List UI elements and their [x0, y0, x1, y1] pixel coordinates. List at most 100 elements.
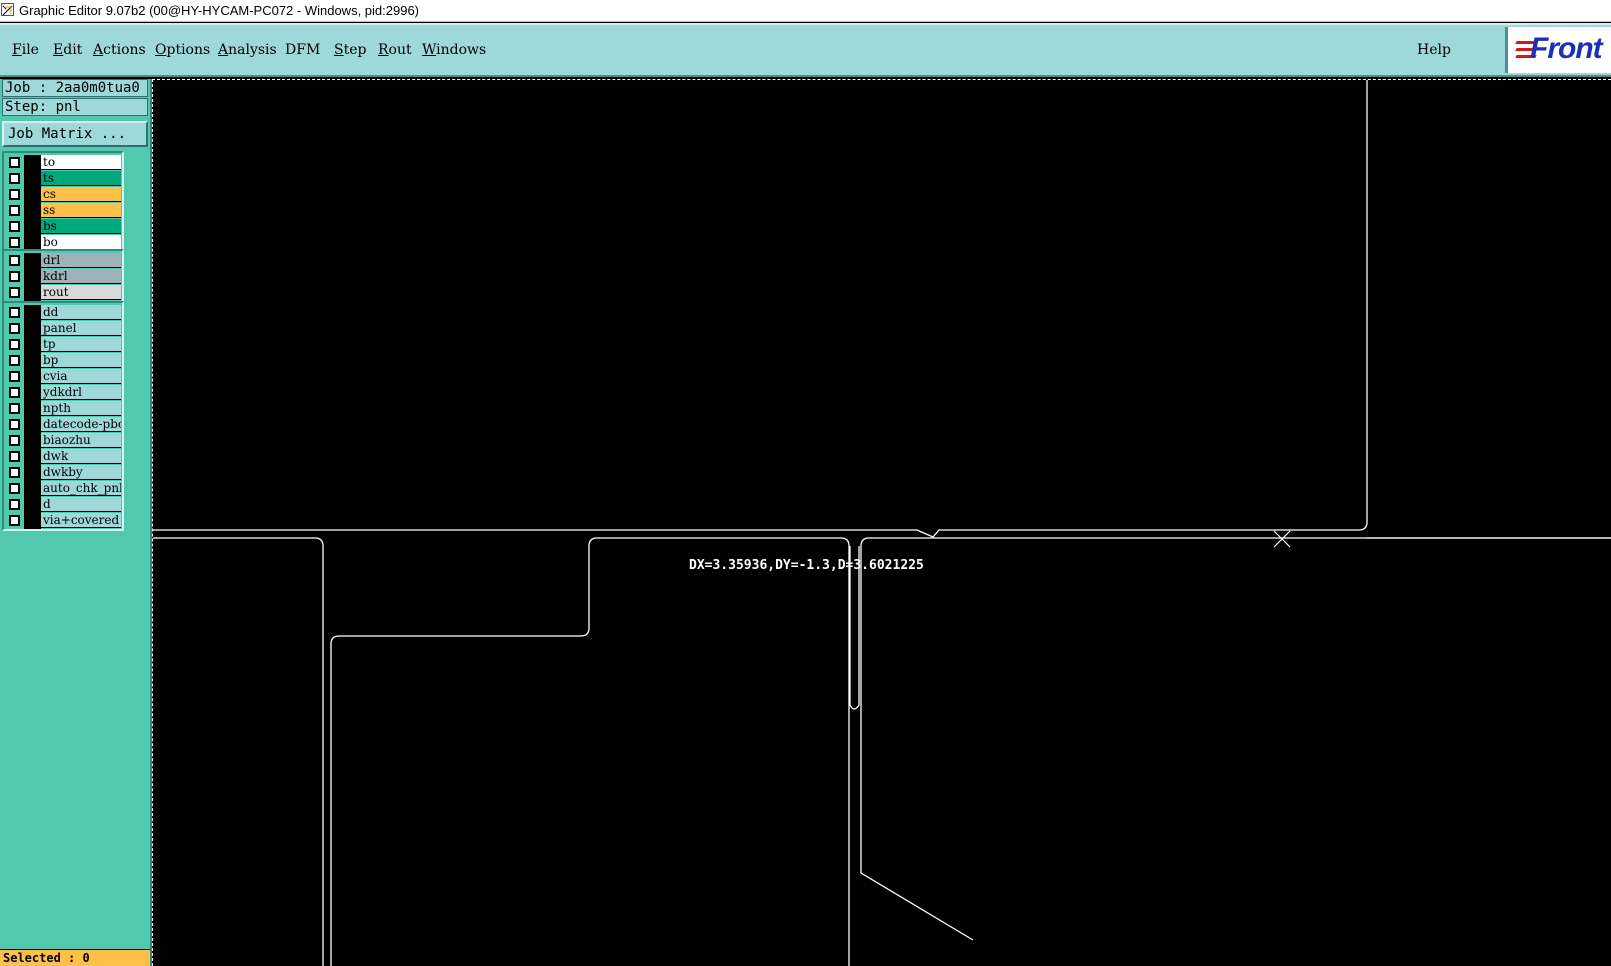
- layer-name[interactable]: kdrl: [41, 269, 121, 284]
- layer-row[interactable]: auto_chk_pnl: [4, 481, 122, 497]
- layer-row[interactable]: datecode-pbc: [4, 417, 122, 433]
- layer-row[interactable]: tp: [4, 337, 122, 353]
- layer-affected-indicator[interactable]: [24, 401, 41, 417]
- layer-checkbox[interactable]: [9, 467, 20, 478]
- layer-affected-indicator[interactable]: [24, 155, 41, 171]
- layer-checkbox[interactable]: [9, 237, 20, 248]
- layer-affected-indicator[interactable]: [24, 305, 41, 321]
- layer-affected-indicator[interactable]: [24, 465, 41, 481]
- menu-options[interactable]: Options: [155, 42, 210, 58]
- menu-windows[interactable]: Windows: [422, 42, 486, 58]
- layer-checkbox[interactable]: [9, 221, 20, 232]
- layer-checkbox[interactable]: [9, 307, 20, 318]
- layer-name[interactable]: cs: [41, 187, 121, 202]
- layer-name[interactable]: tp: [41, 337, 121, 352]
- layer-affected-indicator[interactable]: [24, 203, 41, 219]
- layer-affected-indicator[interactable]: [24, 353, 41, 369]
- layer-row[interactable]: panel: [4, 321, 122, 337]
- layer-affected-indicator[interactable]: [24, 433, 41, 449]
- layer-name[interactable]: dwkby: [41, 465, 121, 480]
- layer-name[interactable]: auto_chk_pnl: [41, 481, 121, 496]
- layer-checkbox[interactable]: [9, 499, 20, 510]
- job-matrix-button[interactable]: Job Matrix ...: [2, 121, 148, 147]
- layer-row[interactable]: via+covered: [4, 513, 122, 529]
- layer-name[interactable]: via+covered: [41, 513, 121, 528]
- layer-name[interactable]: bp: [41, 353, 121, 368]
- layer-row[interactable]: dwkby: [4, 465, 122, 481]
- layer-row[interactable]: npth: [4, 401, 122, 417]
- menu-help[interactable]: Help: [1417, 42, 1451, 58]
- layer-name[interactable]: bo: [41, 235, 121, 250]
- layer-checkbox[interactable]: [9, 255, 20, 266]
- menu-dfm[interactable]: DFM: [285, 42, 320, 58]
- layer-row[interactable]: d: [4, 497, 122, 513]
- layer-row[interactable]: dd: [4, 305, 122, 321]
- layer-name[interactable]: npth: [41, 401, 121, 416]
- layer-affected-indicator[interactable]: [24, 417, 41, 433]
- layer-name[interactable]: ss: [41, 203, 121, 218]
- layer-checkbox[interactable]: [9, 515, 20, 526]
- layer-name[interactable]: ts: [41, 171, 121, 186]
- layer-row[interactable]: dwk: [4, 449, 122, 465]
- graphic-canvas[interactable]: DX=3.35936,DY=-1.3,D=3.6021225: [152, 79, 1611, 966]
- layer-affected-indicator[interactable]: [24, 187, 41, 203]
- layer-checkbox[interactable]: [9, 323, 20, 334]
- menu-analysis[interactable]: Analysis: [218, 42, 277, 58]
- layer-checkbox[interactable]: [9, 339, 20, 350]
- layer-checkbox[interactable]: [9, 483, 20, 494]
- menu-rout[interactable]: Rout: [378, 42, 412, 58]
- layer-checkbox[interactable]: [9, 419, 20, 430]
- layer-affected-indicator[interactable]: [24, 337, 41, 353]
- layer-name[interactable]: dwk: [41, 449, 121, 464]
- layer-checkbox[interactable]: [9, 355, 20, 366]
- layer-row[interactable]: ydkdrl: [4, 385, 122, 401]
- layer-name[interactable]: drl: [41, 253, 121, 268]
- layer-affected-indicator[interactable]: [24, 385, 41, 401]
- layer-affected-indicator[interactable]: [24, 481, 41, 497]
- layer-affected-indicator[interactable]: [24, 449, 41, 465]
- layer-affected-indicator[interactable]: [24, 171, 41, 187]
- layer-name[interactable]: panel: [41, 321, 121, 336]
- layer-row[interactable]: bp: [4, 353, 122, 369]
- layer-row[interactable]: cs: [4, 187, 122, 203]
- layer-affected-indicator[interactable]: [24, 369, 41, 385]
- layer-checkbox[interactable]: [9, 435, 20, 446]
- layer-name[interactable]: bs: [41, 219, 121, 234]
- menu-edit[interactable]: Edit: [53, 42, 82, 58]
- layer-checkbox[interactable]: [9, 205, 20, 216]
- layer-row[interactable]: rout: [4, 285, 122, 301]
- layer-row[interactable]: to: [4, 155, 122, 171]
- layer-checkbox[interactable]: [9, 157, 20, 168]
- layer-row[interactable]: ts: [4, 171, 122, 187]
- menu-step[interactable]: Step: [334, 42, 366, 58]
- layer-checkbox[interactable]: [9, 271, 20, 282]
- layer-row[interactable]: drl: [4, 253, 122, 269]
- layer-row[interactable]: bs: [4, 219, 122, 235]
- layer-name[interactable]: ydkdrl: [41, 385, 121, 400]
- layer-name[interactable]: dd: [41, 305, 121, 320]
- layer-name[interactable]: cvia: [41, 369, 121, 384]
- layer-checkbox[interactable]: [9, 287, 20, 298]
- layer-name[interactable]: datecode-pbc: [41, 417, 121, 432]
- layer-row[interactable]: biaozhu: [4, 433, 122, 449]
- layer-row[interactable]: ss: [4, 203, 122, 219]
- menu-file[interactable]: File: [12, 42, 39, 58]
- layer-checkbox[interactable]: [9, 403, 20, 414]
- layer-affected-indicator[interactable]: [24, 269, 41, 285]
- menu-actions[interactable]: Actions: [93, 42, 146, 58]
- layer-affected-indicator[interactable]: [24, 497, 41, 513]
- layer-affected-indicator[interactable]: [24, 253, 41, 269]
- layer-name[interactable]: d: [41, 497, 121, 512]
- layer-affected-indicator[interactable]: [24, 219, 41, 235]
- layer-affected-indicator[interactable]: [24, 321, 41, 337]
- layer-name[interactable]: rout: [41, 285, 121, 300]
- layer-affected-indicator[interactable]: [24, 285, 41, 301]
- layer-checkbox[interactable]: [9, 189, 20, 200]
- layer-name[interactable]: biaozhu: [41, 433, 121, 448]
- layer-row[interactable]: kdrl: [4, 269, 122, 285]
- layer-name[interactable]: to: [41, 155, 121, 170]
- layer-checkbox[interactable]: [9, 173, 20, 184]
- layer-affected-indicator[interactable]: [24, 513, 41, 529]
- layer-checkbox[interactable]: [9, 451, 20, 462]
- layer-checkbox[interactable]: [9, 387, 20, 398]
